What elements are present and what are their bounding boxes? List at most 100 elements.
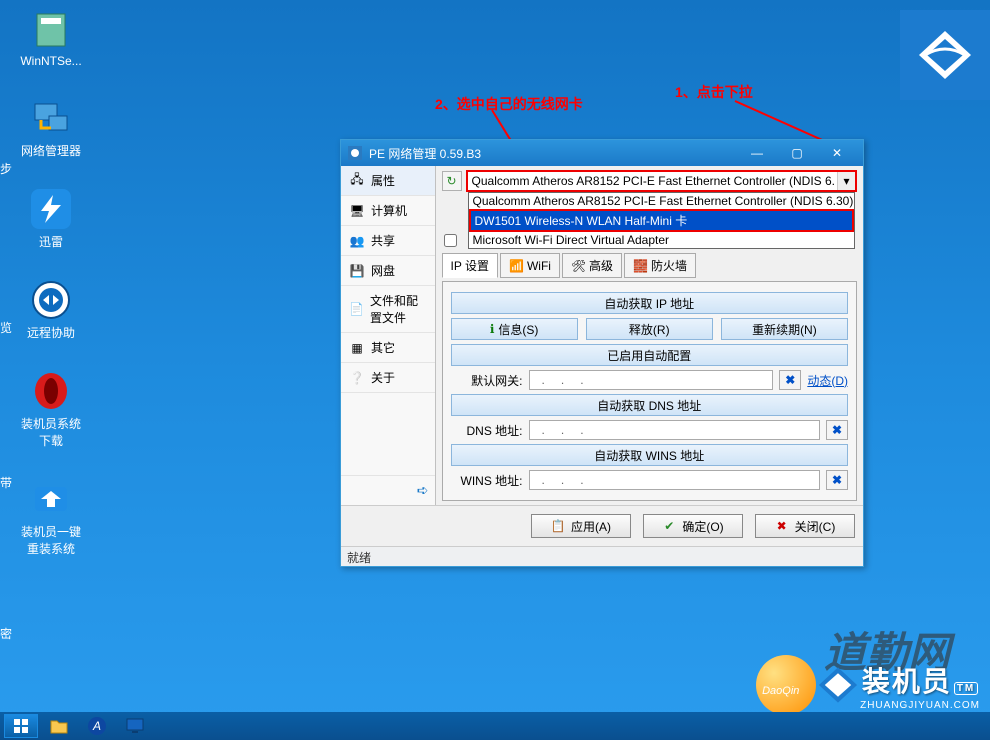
sidebar-item-label: 计算机 (371, 202, 407, 219)
tab-firewall[interactable]: 🧱 防火墙 (624, 253, 696, 278)
network-icon (31, 98, 71, 138)
statusbar: 就绪 (341, 546, 863, 566)
other-icon: ▦ (349, 340, 365, 356)
edge-label: 带 (0, 474, 12, 491)
release-button[interactable]: 释放(R) (586, 318, 713, 340)
auto-dns-button[interactable]: 自动获取 DNS 地址 (451, 394, 848, 416)
tab-advanced[interactable]: 🛠 高级 (562, 253, 622, 278)
auto-config-button[interactable]: 已启用自动配置 (451, 344, 848, 366)
status-text: 就绪 (347, 551, 371, 565)
sidebar-item-about[interactable]: ❔关于 (341, 363, 435, 393)
teamviewer-icon (31, 280, 71, 320)
sidebar-item-files[interactable]: 📄 文件和配置文件 (341, 286, 435, 333)
gateway-input[interactable]: ... (529, 370, 774, 390)
window-title: PE 网络管理 0.59.B3 (369, 145, 481, 162)
desktop-icon-xunlei[interactable]: 迅雷 (16, 189, 86, 250)
renew-button[interactable]: 重新续期(N) (721, 318, 848, 340)
wins-clear-button[interactable]: ✖ (826, 470, 848, 490)
files-icon: 📄 (349, 301, 364, 317)
auto-ip-button[interactable]: 自动获取 IP 地址 (451, 292, 848, 314)
tab-label: 防火墙 (651, 257, 687, 274)
properties-icon: 🖧 (349, 173, 365, 189)
advanced-icon: 🛠 (571, 259, 585, 273)
taskbar-explorer[interactable] (42, 714, 76, 738)
computer-icon: 🖥 (349, 203, 365, 219)
dns-input[interactable]: ... (529, 420, 820, 440)
brand-logo (900, 10, 990, 100)
sidebar-item-computer[interactable]: 🖥 计算机 (341, 196, 435, 226)
close-button[interactable]: ✕ (817, 142, 857, 164)
minimize-button[interactable]: — (737, 142, 777, 164)
close-button-action[interactable]: ✖关闭(C) (755, 514, 855, 538)
desktop-icon-remote[interactable]: 远程协助 (16, 280, 86, 341)
wins-label: WINS 地址: (451, 472, 523, 489)
watermark: 装机员TM ZHUANGJIYUAN.COM (756, 655, 980, 715)
watermark-cn: 装机员 (862, 666, 952, 697)
start-button[interactable] (4, 714, 38, 738)
desktop-icon-winntsetup[interactable]: WinNTSe... (16, 10, 86, 68)
nic-option[interactable]: Microsoft Wi-Fi Direct Virtual Adapter (469, 232, 854, 248)
nic-dropdown: Qualcomm Atheros AR8152 PCI-E Fast Ether… (468, 192, 855, 249)
taskbar-tool-a[interactable]: A (80, 714, 114, 738)
icon-label: 装机员系统 下载 (21, 415, 81, 449)
btn-label: 重新续期(N) (752, 321, 817, 338)
apply-button[interactable]: 📋应用(A) (531, 514, 631, 538)
netdisk-icon: 💾 (349, 263, 365, 279)
desktop: WinNTSe... 网络管理器 迅雷 远程协助 装机员系统 下载 装机员一键 … (0, 0, 990, 740)
check-icon: ✔ (662, 519, 676, 533)
desktop-icon-column: WinNTSe... 网络管理器 迅雷 远程协助 装机员系统 下载 装机员一键 … (16, 10, 86, 557)
nic-enable-checkbox[interactable] (444, 234, 457, 247)
wins-input[interactable]: ... (529, 470, 820, 490)
ok-button[interactable]: ✔ 确定(O) (643, 514, 743, 538)
dynamic-link[interactable]: 动态(D) (807, 372, 848, 389)
edge-label: 步 (0, 160, 12, 177)
pe-network-manager-window: PE 网络管理 0.59.B3 — ▢ ✕ 🖧 属性 🖥 计算机 👥共享 💾网盘 📄… (340, 139, 864, 567)
edge-label: 密 (0, 625, 12, 642)
auto-wins-button[interactable]: 自动获取 WINS 地址 (451, 444, 848, 466)
sidebar: 🖧 属性 🖥 计算机 👥共享 💾网盘 📄 文件和配置文件 ▦其它 ❔关于 ➪ (341, 166, 436, 505)
watermark-tm: TM (954, 682, 978, 695)
tab-label: IP 设置 (451, 257, 489, 274)
sidebar-item-share[interactable]: 👥共享 (341, 226, 435, 256)
sidebar-item-properties[interactable]: 🖧 属性 (341, 166, 435, 196)
svg-text:A: A (92, 719, 101, 733)
opera-icon (31, 371, 71, 411)
btn-label: 应用(A) (571, 518, 611, 535)
close-icon: ✖ (775, 519, 789, 533)
tab-label: 高级 (589, 257, 613, 274)
reinstall-icon (31, 479, 71, 519)
nic-option[interactable]: Qualcomm Atheros AR8152 PCI-E Fast Ether… (469, 193, 854, 209)
desktop-icon-reinstall[interactable]: 装机员一键 重装系统 (16, 479, 86, 557)
taskbar-monitor[interactable] (118, 714, 152, 738)
wifi-icon: 📶 (509, 259, 523, 273)
refresh-nic-button[interactable]: ↻ (442, 171, 462, 191)
sidebar-collapse-arrow[interactable]: ➪ (341, 475, 435, 505)
sidebar-item-netdisk[interactable]: 💾网盘 (341, 256, 435, 286)
content-panel: ↻ Qualcomm Atheros AR8152 PCI-E Fast Eth… (436, 166, 863, 505)
icon-label: 装机员一键 重装系统 (21, 523, 81, 557)
sidebar-item-label: 属性 (371, 172, 395, 189)
tab-wifi[interactable]: 📶WiFi (500, 253, 560, 278)
tab-ip[interactable]: IP 设置 (442, 253, 498, 278)
share-icon: 👥 (349, 233, 365, 249)
zjy-logo-icon (816, 663, 860, 707)
sidebar-item-label: 文件和配置文件 (370, 292, 427, 326)
icon-label: WinNTSe... (20, 54, 81, 68)
nic-select[interactable]: Qualcomm Atheros AR8152 PCI-E Fast Ether… (466, 170, 857, 192)
titlebar[interactable]: PE 网络管理 0.59.B3 — ▢ ✕ (341, 140, 863, 166)
firewall-icon: 🧱 (633, 259, 647, 273)
btn-label: 释放(R) (629, 321, 670, 338)
desktop-icon-netmgr[interactable]: 网络管理器 (16, 98, 86, 159)
watermark-en: ZHUANGJIYUAN.COM (860, 700, 980, 711)
chevron-down-icon[interactable]: ▾ (837, 172, 855, 190)
app-title-icon (347, 145, 363, 161)
sidebar-item-other[interactable]: ▦其它 (341, 333, 435, 363)
dns-clear-button[interactable]: ✖ (826, 420, 848, 440)
btn-label: 确定(O) (682, 518, 723, 535)
info-button[interactable]: ℹ信息(S) (451, 318, 578, 340)
desktop-icon-sysdl[interactable]: 装机员系统 下载 (16, 371, 86, 449)
maximize-button[interactable]: ▢ (777, 142, 817, 164)
edge-label: 览 (0, 319, 12, 336)
gateway-clear-button[interactable]: ✖ (779, 370, 801, 390)
nic-option-selected[interactable]: DW1501 Wireless-N WLAN Half-Mini 卡 (469, 209, 854, 232)
